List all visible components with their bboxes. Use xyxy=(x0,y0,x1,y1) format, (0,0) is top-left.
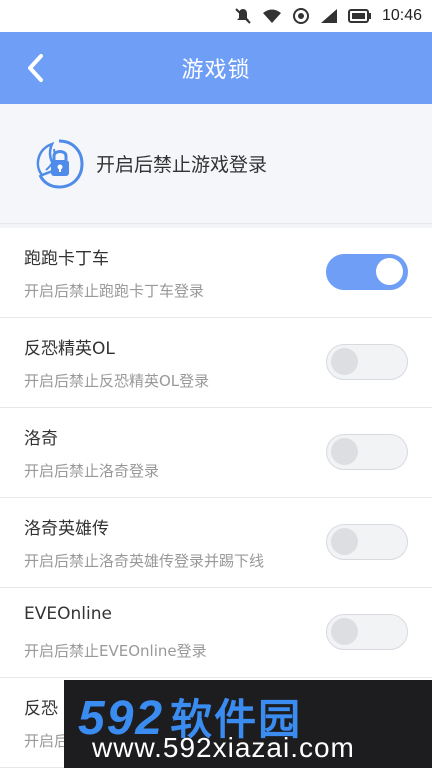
watermark-url: www.592xiazai.com xyxy=(92,732,355,763)
status-bar: 10:46 xyxy=(0,0,432,32)
game-name: 洛奇 xyxy=(24,429,58,449)
app-bar: 游戏锁 xyxy=(0,32,432,104)
game-lock-toggle[interactable] xyxy=(326,434,408,470)
sync-icon xyxy=(292,7,310,25)
notification-off-icon xyxy=(234,7,252,25)
toggle-knob xyxy=(331,348,358,375)
chevron-left-icon xyxy=(28,54,43,82)
game-name: EVEOnline xyxy=(24,604,112,624)
game-name: 反恐 xyxy=(24,699,58,719)
game-name: 洛奇英雄传 xyxy=(24,519,109,539)
intro-text: 开启后禁止游戏登录 xyxy=(96,154,268,176)
toggle-knob xyxy=(331,528,358,555)
game-name: 反恐精英OL xyxy=(24,339,115,359)
toggle-knob xyxy=(331,438,358,465)
list-item-game: 跑跑卡丁车 开启后禁止跑跑卡丁车登录 xyxy=(0,228,432,318)
game-description: 开启后禁止跑跑卡丁车登录 xyxy=(24,282,205,300)
game-lock-toggle[interactable] xyxy=(326,254,408,290)
toggle-knob xyxy=(376,258,403,285)
shield-lock-icon xyxy=(36,139,84,189)
list-item-game: EVEOnline 开启后禁止EVEOnline登录 xyxy=(0,588,432,678)
game-description: 开启后 xyxy=(24,732,70,750)
game-lock-toggle[interactable] xyxy=(326,614,408,650)
game-name: 跑跑卡丁车 xyxy=(24,249,109,269)
game-lock-toggle[interactable] xyxy=(326,344,408,380)
list-item-game: 洛奇英雄传 开启后禁止洛奇英雄传登录并踢下线 xyxy=(0,498,432,588)
game-description: 开启后禁止反恐精英OL登录 xyxy=(24,372,210,390)
wifi-icon xyxy=(262,8,282,24)
page-title: 游戏锁 xyxy=(181,58,251,83)
intro-card: 开启后禁止游戏登录 xyxy=(0,104,432,224)
list-item-game: 反恐精英OL 开启后禁止反恐精英OL登录 xyxy=(0,318,432,408)
game-description: 开启后禁止洛奇英雄传登录并踢下线 xyxy=(24,552,265,570)
battery-icon xyxy=(347,9,372,23)
back-button[interactable] xyxy=(14,46,58,90)
status-time: 10:46 xyxy=(381,7,422,24)
game-lock-toggle[interactable] xyxy=(326,524,408,560)
game-description: 开启后禁止EVEOnline登录 xyxy=(24,642,207,660)
game-description: 开启后禁止洛奇登录 xyxy=(24,462,160,480)
watermark-banner: 592 软件园 www.592xiazai.com xyxy=(64,680,432,768)
list-item-game: 洛奇 开启后禁止洛奇登录 xyxy=(0,408,432,498)
toggle-knob xyxy=(331,618,358,645)
signal-icon xyxy=(320,8,338,24)
